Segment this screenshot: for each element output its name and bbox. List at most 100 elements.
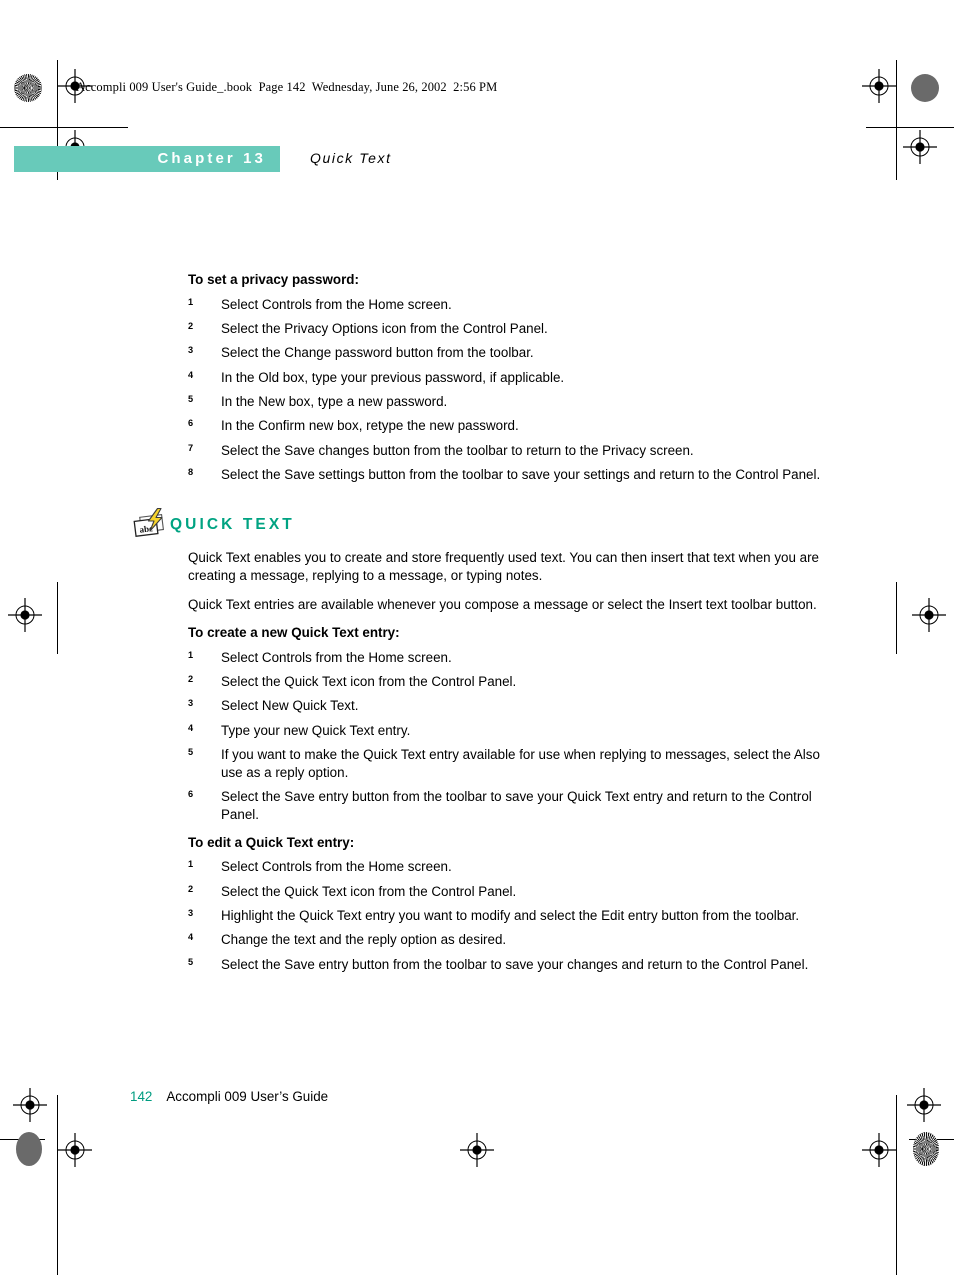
chapter-banner: Chapter 13 (14, 146, 280, 172)
step-text: Select the Privacy Options icon from the… (221, 321, 548, 337)
step-text: In the Old box, type your previous passw… (221, 369, 565, 385)
crop-line-top-left-horizontal (0, 127, 128, 128)
step-text: Select the Change password button from t… (221, 345, 534, 361)
step-item: 5 If you want to make the Quick Text ent… (188, 746, 822, 782)
registration-mark-bottom-right-outer (907, 1088, 941, 1122)
step-text: Select the Quick Text icon from the Cont… (221, 883, 517, 899)
registration-mark-right-mid (912, 598, 946, 632)
section-heading-quick-text: abc QUICK TEXT (132, 507, 822, 541)
step-text: Select Controls from the Home screen. (221, 296, 452, 312)
registration-mark-bottom-left-inner (58, 1133, 92, 1167)
step-text: Select New Quick Text. (221, 698, 359, 714)
step-number: 2 (188, 883, 194, 894)
step-item: 6 Select the Save entry button from the … (188, 788, 822, 824)
step-text: Type your new Quick Text entry. (221, 722, 411, 738)
step-text: Highlight the Quick Text entry you want … (221, 908, 800, 924)
step-number: 7 (188, 442, 194, 453)
crop-line-left-vertical-lower (57, 1095, 58, 1275)
step-number: 1 (188, 649, 194, 660)
crop-line-right-vertical (896, 60, 897, 180)
procedure-heading-privacy: To set a privacy password: (188, 272, 359, 287)
step-text: Select the Save entry button from the to… (221, 956, 809, 972)
steps-list-edit: 1 Select Controls from the Home screen. … (188, 858, 822, 973)
footer-guide-title: Accompli 009 User’s Guide (166, 1089, 329, 1104)
section-title-text: QUICK TEXT (170, 516, 295, 534)
step-number: 5 (188, 746, 194, 757)
step-item: 3 Highlight the Quick Text entry you wan… (188, 907, 822, 925)
procedure-heading-edit: To edit a Quick Text entry: (188, 834, 355, 850)
step-number: 5 (188, 394, 194, 405)
crop-line-top-right-horizontal (866, 127, 954, 128)
step-number: 2 (188, 321, 194, 332)
step-item: 4 Change the text and the reply option a… (188, 931, 822, 949)
density-dot-top-right (911, 74, 939, 102)
step-item: 1 Select Controls from the Home screen. (188, 296, 822, 314)
registration-mark-top-right-inner (903, 130, 937, 164)
density-dot-bottom-left (16, 1132, 42, 1166)
step-text: Select the Quick Text icon from the Cont… (221, 673, 517, 689)
print-header-text: Accompli 009 User's Guide_.book Page 142… (76, 80, 498, 94)
step-number: 3 (188, 698, 194, 709)
step-item: 5 Select the Save entry button from the … (188, 956, 822, 974)
step-number: 8 (188, 467, 194, 478)
step-text: Select the Save entry button from the to… (221, 789, 812, 822)
procedure-edit-quick-text: To edit a Quick Text entry: 1 Select Con… (188, 835, 822, 974)
page-footer: 142 Accompli 009 User’s Guide (130, 1089, 328, 1104)
intro-paragraph-1: Quick Text enables you to create and sto… (188, 550, 819, 584)
step-item: 3 Select the Change password button from… (188, 344, 822, 362)
chapter-banner-label: Chapter 13 (157, 150, 266, 167)
procedure-heading-create: To create a new Quick Text entry: (188, 624, 400, 640)
step-item: 1 Select Controls from the Home screen. (188, 858, 822, 876)
step-number: 4 (188, 722, 194, 733)
halftone-dot-top-left (14, 74, 42, 102)
step-number: 4 (188, 369, 194, 380)
step-number: 4 (188, 932, 194, 943)
step-number: 1 (188, 859, 194, 870)
step-number: 6 (188, 418, 194, 429)
quick-text-icon: abc (132, 507, 168, 541)
step-number: 1 (188, 296, 194, 307)
step-item: 8 Select the Save settings button from t… (188, 466, 822, 484)
step-item: 5 In the New box, type a new password. (188, 393, 822, 411)
step-item: 6 In the Confirm new box, retype the new… (188, 417, 822, 435)
crop-line-right-vertical-mid (896, 582, 897, 654)
procedure-create-quick-text: To create a new Quick Text entry: 1 Sele… (188, 625, 822, 824)
step-text: Change the text and the reply option as … (221, 932, 507, 948)
step-item: 4 In the Old box, type your previous pas… (188, 369, 822, 387)
step-text: Select the Save settings button from the… (221, 467, 821, 483)
step-number: 6 (188, 789, 194, 800)
registration-mark-bottom-left-outer (13, 1088, 47, 1122)
registration-mark-bottom-center (460, 1133, 494, 1167)
step-item: 4 Type your new Quick Text entry. (188, 722, 822, 740)
step-text: In the New box, type a new password. (221, 394, 448, 410)
step-text: If you want to make the Quick Text entry… (221, 746, 820, 780)
registration-mark-top-right (862, 69, 896, 103)
step-item: 1 Select Controls from the Home screen. (188, 649, 822, 667)
step-item: 2 Select the Quick Text icon from the Co… (188, 673, 822, 691)
halftone-dot-bottom-right (913, 1132, 939, 1166)
step-text: In the Confirm new box, retype the new p… (221, 418, 519, 434)
registration-mark-left-mid (8, 598, 42, 632)
step-item: 2 Select the Quick Text icon from the Co… (188, 883, 822, 901)
steps-list-create: 1 Select Controls from the Home screen. … (188, 649, 822, 824)
step-item: 2 Select the Privacy Options icon from t… (188, 320, 822, 338)
step-number: 5 (188, 956, 194, 967)
footer-page-number: 142 (130, 1089, 153, 1104)
step-text: Select Controls from the Home screen. (221, 859, 452, 875)
step-text: Select Controls from the Home screen. (221, 649, 452, 665)
steps-list-privacy: 1 Select Controls from the Home screen. … (188, 296, 822, 484)
step-item: 3 Select New Quick Text. (188, 697, 822, 715)
procedure-privacy-password: To set a privacy password: 1 Select Cont… (188, 272, 822, 484)
crop-line-right-vertical-lower (896, 1095, 897, 1275)
step-number: 3 (188, 345, 194, 356)
chapter-running-title: Quick Text (310, 150, 392, 166)
intro-paragraph-2: Quick Text entries are available wheneve… (188, 597, 817, 613)
step-number: 3 (188, 908, 194, 919)
step-text: Select the Save changes button from the … (221, 442, 694, 458)
step-number: 2 (188, 673, 194, 684)
page-content: To set a privacy password: 1 Select Cont… (133, 272, 822, 980)
step-item: 7 Select the Save changes button from th… (188, 442, 822, 460)
crop-line-left-vertical-mid (57, 582, 58, 654)
registration-mark-bottom-right-inner (862, 1133, 896, 1167)
